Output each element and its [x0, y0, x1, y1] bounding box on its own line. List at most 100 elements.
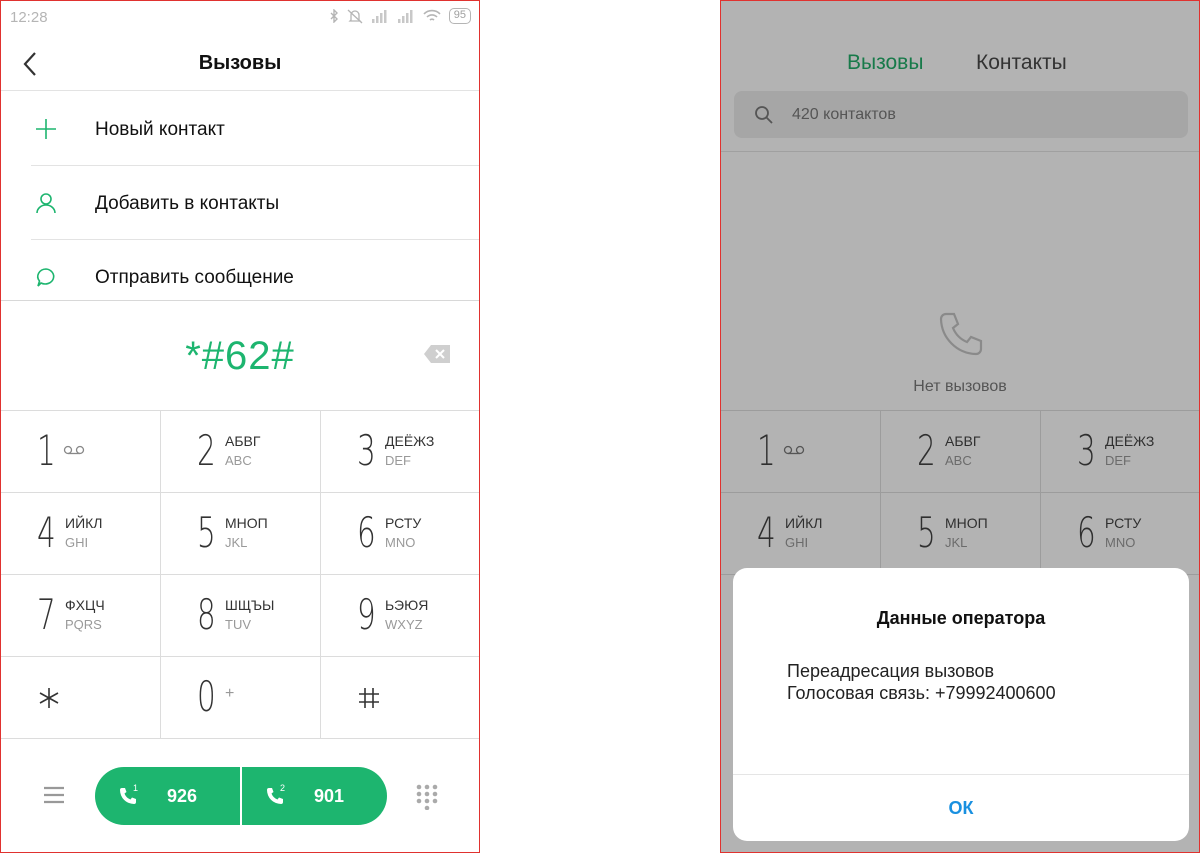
- call-label: 901: [314, 786, 345, 806]
- key-8[interactable]: 8 ШЩЪЫ TUV: [161, 575, 321, 657]
- key-5[interactable]: 5 МНОП JKL: [881, 493, 1041, 575]
- menu-item-add-to-contacts[interactable]: Добавить в контакты: [1, 166, 479, 240]
- person-icon: [36, 193, 56, 214]
- key-digit: 3: [357, 426, 376, 475]
- number-display: *#62#: [1, 301, 479, 411]
- key-6[interactable]: 6 РСТУ MNO: [1041, 493, 1199, 575]
- key-letters: ЬЭЮЯ: [385, 597, 429, 613]
- dialpad-icon[interactable]: [415, 784, 439, 810]
- call-label: 926: [167, 786, 198, 806]
- key-digit: 2: [197, 426, 216, 475]
- key-letters-latin: DEF: [385, 453, 411, 468]
- key-letters-latin: GHI: [785, 535, 809, 550]
- key-2[interactable]: 2 АБВГ ABC: [161, 411, 321, 493]
- plus-icon: [36, 119, 56, 139]
- key-9[interactable]: 9 ЬЭЮЯ WXYZ: [321, 575, 479, 657]
- key-letters: ШЩЪЫ: [225, 597, 275, 613]
- key-digit: 7: [37, 590, 56, 639]
- wifi-icon: [423, 9, 441, 21]
- tab-contacts[interactable]: Контакты: [976, 51, 1067, 75]
- key-3[interactable]: 3 ДЕЁЖЗ DEF: [1041, 411, 1199, 493]
- ok-button[interactable]: ОК: [733, 775, 1189, 841]
- key-letters: АБВГ: [225, 433, 261, 449]
- voicemail-icon: [783, 445, 805, 455]
- mute-icon: [347, 9, 363, 23]
- bluetooth-icon: [330, 9, 338, 23]
- key-4[interactable]: 4 ИЙКЛ GHI: [721, 493, 881, 575]
- menu-item-new-contact[interactable]: Новый контакт: [1, 92, 479, 166]
- key-letters: РСТУ: [1105, 515, 1142, 531]
- key-digit: 5: [917, 508, 936, 557]
- voicemail-icon: [63, 445, 85, 455]
- key-digit: 1: [757, 426, 776, 475]
- search-input[interactable]: [792, 102, 1152, 128]
- call-sim1-button[interactable]: 1 926: [95, 767, 240, 825]
- key-letters-latin: GHI: [65, 535, 89, 550]
- key-letters-latin: WXYZ: [385, 617, 423, 632]
- key-letters: РСТУ: [385, 515, 422, 531]
- menu-item-label: Отправить сообщение: [95, 267, 294, 288]
- menu-item-label: Добавить в контакты: [95, 193, 280, 214]
- key-digit: 6: [357, 508, 376, 557]
- key-digit: 1: [37, 426, 56, 475]
- key-2[interactable]: 2 АБВГ ABC: [881, 411, 1041, 493]
- backspace-icon[interactable]: [423, 344, 451, 364]
- hamburger-menu-icon[interactable]: [43, 784, 65, 806]
- key-letters-latin: ABC: [225, 453, 252, 468]
- tab-calls[interactable]: Вызовы: [847, 51, 923, 75]
- call-buttons: 1 926 2 901: [95, 767, 387, 825]
- page-title: Вызовы: [198, 52, 282, 74]
- key-digit: 3: [1077, 426, 1096, 475]
- dialer-screen: 12:28 95 Вызовы Новый контакт Добавить в…: [0, 0, 480, 853]
- status-time: 12:28: [10, 9, 48, 26]
- empty-state-text: Нет вызовов: [913, 378, 1007, 395]
- divider: [721, 151, 1199, 152]
- signal-icon-2: [397, 10, 413, 23]
- dialog-message: Переадресация вызовов Голосовая связь: +…: [787, 660, 1056, 704]
- status-bar: 12:28 95: [1, 1, 479, 35]
- message-icon: [37, 268, 55, 287]
- key-4[interactable]: 4 ИЙКЛ GHI: [1, 493, 161, 575]
- dialog-line-forwarding: Переадресация вызовов: [787, 661, 995, 681]
- key-letters-latin: MNO: [1105, 535, 1136, 550]
- key-1[interactable]: 1: [1, 411, 161, 493]
- keypad: 1 2 АБВГ ABC 3 ДЕЁЖЗ DEF 4 ИЙКЛ GHI 5 МН…: [721, 410, 1199, 580]
- key-0[interactable]: 0 +: [161, 657, 321, 739]
- menu-item-label: Новый контакт: [95, 119, 225, 140]
- key-letters-latin: DEF: [1105, 453, 1131, 468]
- key-letters: МНОП: [225, 515, 268, 531]
- dialog-line-voice: Голосовая связь: +79992400600: [787, 683, 1056, 703]
- key-hash[interactable]: [321, 657, 479, 739]
- key-digit: 2: [917, 426, 936, 475]
- key-6[interactable]: 6 РСТУ MNO: [321, 493, 479, 575]
- phone-outline-icon: [939, 312, 983, 356]
- key-1[interactable]: 1: [721, 411, 881, 493]
- key-digit: 4: [37, 508, 56, 557]
- status-icons: 95: [330, 8, 471, 24]
- dialog-title: Данные оператора: [876, 608, 1046, 628]
- key-letters-latin: ABC: [945, 453, 972, 468]
- sim-number: 1: [133, 783, 139, 793]
- key-digit: 4: [757, 508, 776, 557]
- call-bar: 1 926 2 901: [1, 740, 479, 852]
- key-letters: МНОП: [945, 515, 988, 531]
- key-letters-latin: JKL: [225, 535, 248, 550]
- key-digit: 6: [1077, 508, 1096, 557]
- key-letters: ДЕЁЖЗ: [385, 433, 435, 449]
- dialed-number[interactable]: *#62#: [1, 334, 479, 379]
- call-sim2-button[interactable]: 2 901: [240, 767, 387, 825]
- key-star[interactable]: [1, 657, 161, 739]
- asterisk-icon: [39, 688, 59, 708]
- search-icon: [755, 106, 773, 124]
- signal-icon: [371, 10, 387, 23]
- key-3[interactable]: 3 ДЕЁЖЗ DEF: [321, 411, 479, 493]
- key-digit: 9: [357, 590, 376, 639]
- action-menu: Новый контакт Добавить в контакты Отправ…: [1, 92, 479, 314]
- calls-screen-with-dialog: Вызовы Контакты Нет вызовов 1 2 АБВГ ABC…: [720, 0, 1200, 853]
- sim-number: 2: [280, 783, 286, 793]
- key-letters-latin: MNO: [385, 535, 416, 550]
- key-5[interactable]: 5 МНОП JKL: [161, 493, 321, 575]
- key-letters-latin: JKL: [945, 535, 968, 550]
- key-letters-latin: PQRS: [65, 617, 102, 632]
- key-7[interactable]: 7 ФХЦЧ PQRS: [1, 575, 161, 657]
